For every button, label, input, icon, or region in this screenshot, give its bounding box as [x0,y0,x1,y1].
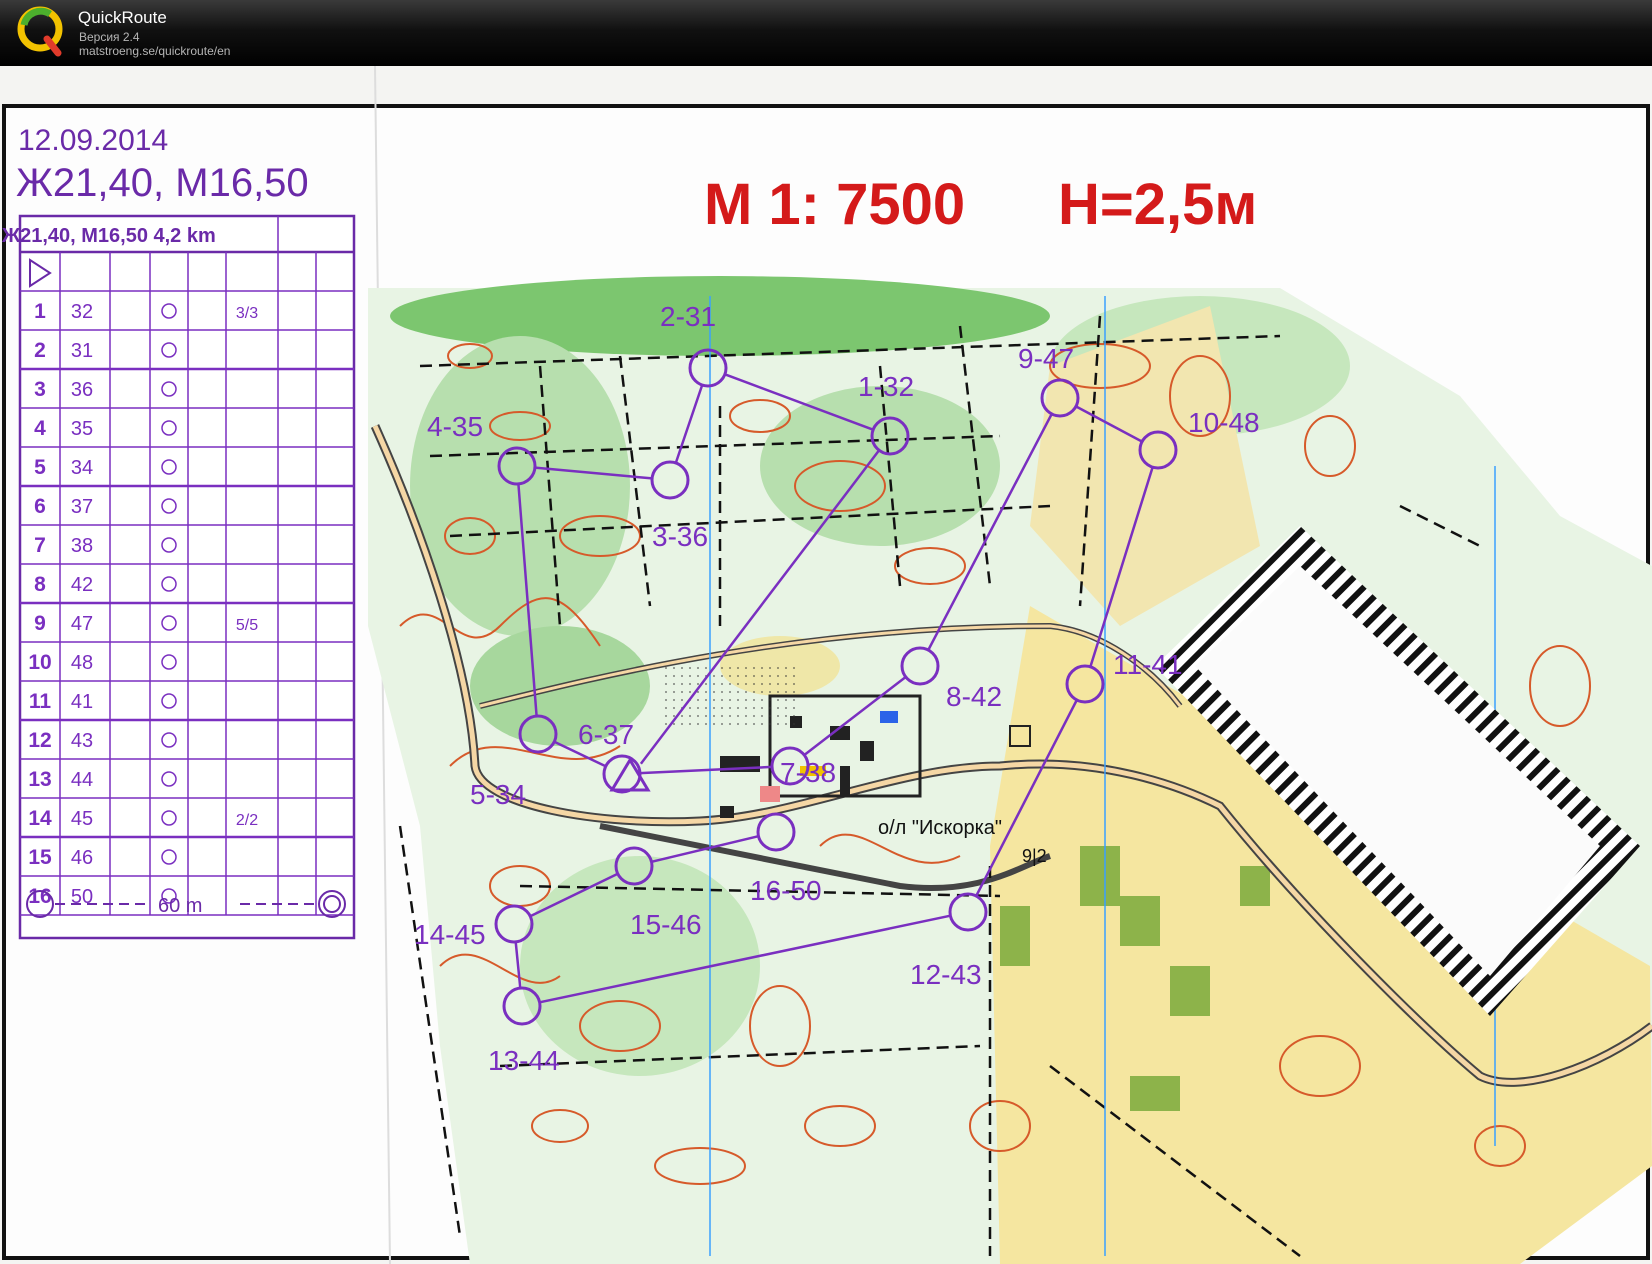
description-row-number: 1 [34,300,46,323]
control-label: 1-32 [858,371,914,402]
description-row-number: 4 [34,417,46,440]
description-row-code: 44 [71,769,93,791]
orienteering-map[interactable]: 1-32 2-31 3-36 4-35 5-34 6-37 7-38 8-42 9-47 10-4… [0,66,1652,1264]
description-row-code: 36 [71,379,93,401]
map-viewport[interactable]: 1-32 2-31 3-36 4-35 5-34 6-37 7-38 8-42 9-47 10-4… [0,66,1652,1264]
control-label: 11-41 [1113,649,1183,680]
map-classes: Ж21,40, М16,50 [16,161,309,205]
description-row-extra: 2/2 [236,812,258,829]
description-row-number: 2 [34,339,46,362]
description-row-code: 37 [71,496,93,518]
control-label: 15-46 [630,909,702,940]
description-row-number: 16 [28,885,51,908]
control-label: 2-31 [660,301,716,332]
map-scale: М 1: 7500 [704,172,965,237]
description-footer: 60 m [158,895,202,917]
description-row-code: 47 [71,613,93,635]
description-row-extra: 5/5 [236,617,258,634]
description-row-code: 45 [71,808,93,830]
map-date: 12.09.2014 [18,124,168,157]
description-row-number: 12 [28,729,51,752]
control-label: 8-42 [946,681,1002,712]
description-row-number: 8 [34,573,46,596]
control-label: 9-47 [1018,343,1074,374]
description-row-number: 5 [34,456,46,479]
description-row-number: 13 [28,768,51,791]
app-version: Версия 2.4 [79,30,140,44]
app-name: QuickRoute [78,8,167,27]
control-label: 6-37 [578,719,634,750]
control-label: 14-45 [414,919,486,950]
description-row-code: 46 [71,847,93,869]
description-row-code: 32 [71,301,93,323]
description-row-code: 41 [71,691,93,713]
control-label: 13-44 [488,1045,560,1076]
contour-interval: Н=2,5м [1058,172,1257,237]
description-row-code: 38 [71,535,93,557]
description-row-extra: 3/3 [236,305,258,322]
camp-label: о/л "Искорка" [878,817,1002,839]
control-label: 5-34 [470,779,526,810]
app-url-link[interactable]: matstroeng.se/quickroute/en [79,44,230,58]
grid-label: 9|2 [1022,846,1047,866]
description-row-number: 11 [29,690,52,713]
control-label: 3-36 [652,521,708,552]
description-row-code: 42 [71,574,93,596]
control-label: 10-48 [1188,407,1260,438]
description-row-number: 7 [34,534,46,557]
description-row-number: 6 [34,495,46,518]
control-label: 12-43 [910,959,982,990]
description-row-code: 31 [71,340,93,362]
sand-area [660,666,800,726]
description-row-code: 48 [71,652,93,674]
description-row-number: 3 [34,378,46,401]
description-header: Ж21,40, М16,50 4,2 km [1,225,216,247]
description-row-number: 9 [34,612,46,635]
quickroute-logo-icon [17,6,63,57]
description-row-number: 15 [28,846,52,869]
control-label: 4-35 [427,411,483,442]
description-row-code: 43 [71,730,93,752]
description-row-code: 34 [71,457,93,479]
description-row-number: 10 [28,651,51,674]
control-label: 16-50 [750,875,822,906]
title-bar: QuickRoute Версия 2.4 matstroeng.se/quic… [0,0,1652,66]
description-row-number: 14 [28,807,52,830]
control-label: 7-38 [780,757,836,788]
description-row-code: 35 [71,418,93,440]
control-description-sheet: Ж21,40, М16,50 4,2 km 1 32 3/32 313 364 355 34… [1,214,356,940]
